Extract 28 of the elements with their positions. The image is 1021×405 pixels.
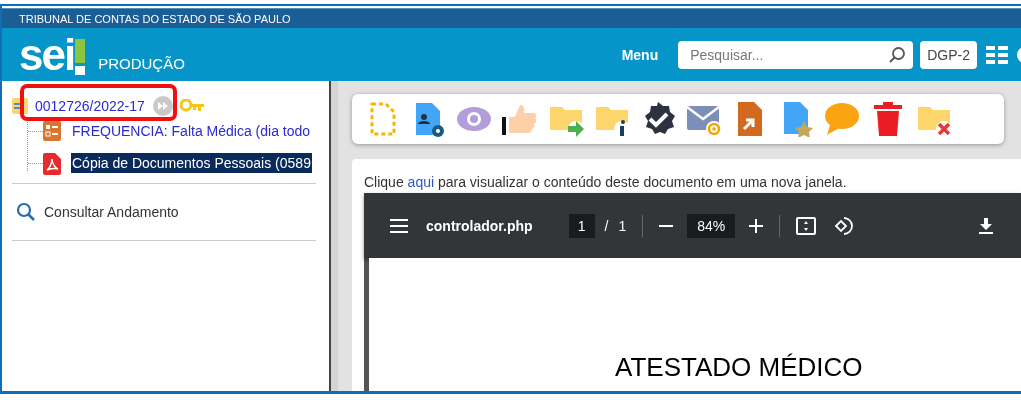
form-icon [43,120,61,141]
pdf-icon [43,152,61,175]
page-count: 1 [618,217,627,234]
notice-text: Clique aqui para visualizar o conteúdo deste documento em uma nova janela. [364,174,848,190]
unit-button[interactable]: DGP-2 [920,40,977,69]
environment-label: PRODUÇÃO [98,55,185,72]
zoom-in-icon[interactable] [749,218,764,233]
rotate-icon[interactable] [834,215,855,236]
zoom-field[interactable]: 84% [687,213,736,238]
search-icon[interactable] [16,202,36,222]
download-icon[interactable] [979,217,993,234]
search-icon[interactable] [888,45,907,64]
file-name: controlador.php [426,217,533,234]
fit-page-icon[interactable] [796,216,817,235]
search-field[interactable]: Pesquisar... [678,40,914,69]
document-link[interactable]: Cópia de Documentos Pessoais (0589 [71,153,312,173]
organization-title: TRIBUNAL DE CONTAS DO ESTADO DE SÃO PAULO [19,12,291,25]
list-icon[interactable] [986,44,1008,65]
page-separator: / [604,217,609,234]
document-link[interactable]: FREQUENCIA: Falta Médica (dia todo [71,121,312,141]
here-link[interactable]: aqui [407,174,435,190]
exclamation-icon [74,38,87,75]
process-number-link[interactable]: 0012726/2022-17 [35,97,145,114]
logo-text: sei [19,34,75,75]
page-title: ATESTADO MÉDICO [615,352,863,382]
menu-icon[interactable] [390,217,408,234]
action-link[interactable]: Consultar Andamento [44,204,179,220]
page-field[interactable]: 1 [568,213,595,238]
